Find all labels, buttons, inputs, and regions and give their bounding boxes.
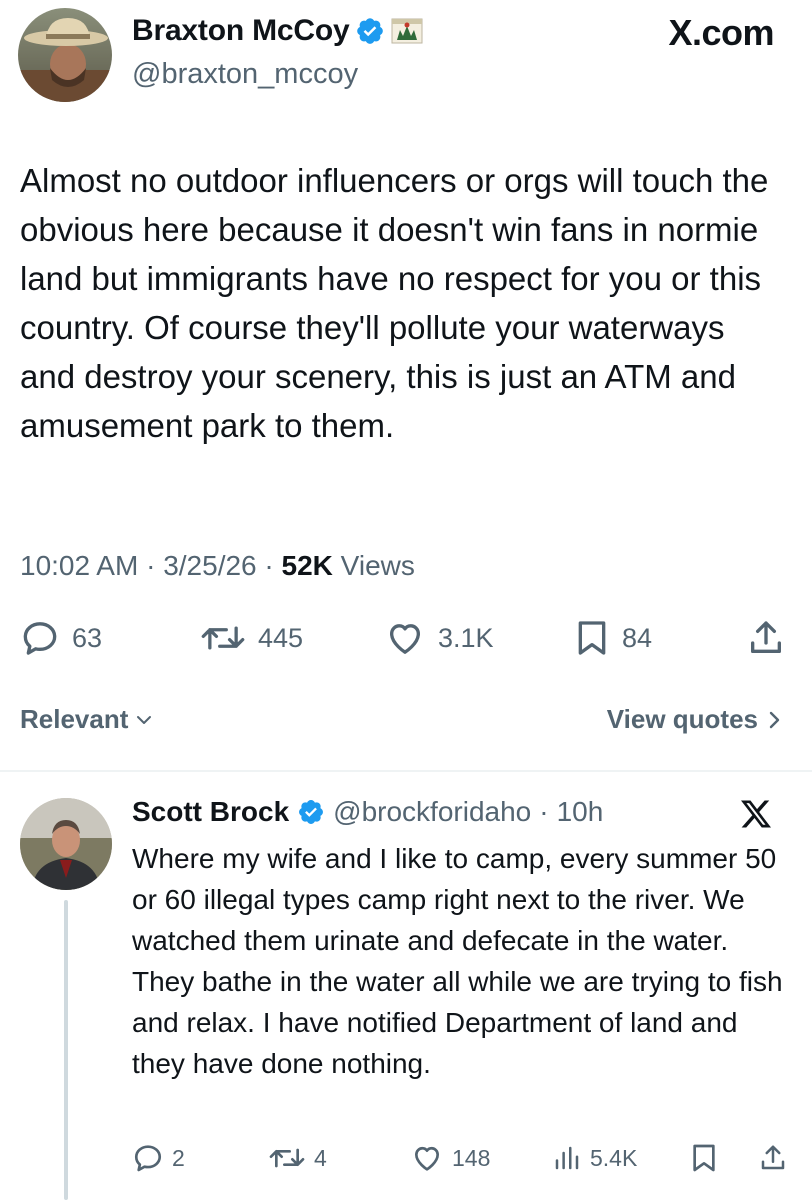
reply-repost-button[interactable]: 4 bbox=[268, 1142, 327, 1174]
chevron-right-icon bbox=[769, 711, 780, 728]
heart-icon bbox=[390, 624, 420, 654]
post-detail-screen: Braxton McCoy @braxton_mccoy X.com Almos… bbox=[0, 0, 812, 1200]
reply-author-avatar[interactable] bbox=[20, 798, 112, 890]
reply-time[interactable]: 10h bbox=[557, 796, 604, 828]
repost-count: 445 bbox=[258, 622, 304, 653]
verified-badge-icon bbox=[299, 800, 324, 824]
meta-separator: · bbox=[146, 550, 156, 581]
flag-icon bbox=[391, 16, 423, 46]
meta-separator: · bbox=[539, 796, 549, 827]
share-button[interactable] bbox=[746, 618, 786, 658]
speech-bubble-icon bbox=[134, 1145, 162, 1172]
bookmark-count: 84 bbox=[622, 622, 653, 653]
repost-arrows-icon bbox=[269, 1148, 305, 1168]
repost-button[interactable]: 445 bbox=[200, 618, 303, 658]
replies-sort-bar: Relevant View quotes bbox=[20, 704, 784, 744]
post-date[interactable]: 3/25/26 bbox=[163, 550, 256, 581]
reply-bookmark-button[interactable] bbox=[690, 1142, 718, 1174]
author-avatar[interactable] bbox=[18, 8, 112, 102]
reply-header: Scott Brock @brockforidaho · 10h bbox=[132, 796, 603, 828]
views-count: 52K bbox=[281, 550, 333, 581]
author-handle[interactable]: @braxton_mccoy bbox=[132, 58, 358, 91]
reply-text: Where my wife and I like to camp, every … bbox=[132, 843, 783, 1079]
share-upload-icon bbox=[751, 621, 781, 653]
sort-dropdown[interactable]: Relevant bbox=[20, 704, 154, 735]
reply-reply-button[interactable]: 2 bbox=[132, 1142, 185, 1174]
views-label: Views bbox=[340, 550, 415, 581]
share-upload-icon bbox=[761, 1145, 785, 1170]
view-quotes-label: View quotes bbox=[606, 704, 758, 734]
author-name[interactable]: Braxton McCoy bbox=[132, 14, 350, 48]
reply-repost-count: 4 bbox=[314, 1144, 327, 1171]
meta-separator: · bbox=[264, 550, 274, 581]
chevron-down-icon bbox=[137, 715, 152, 724]
bookmark-button[interactable]: 84 bbox=[574, 618, 652, 658]
heart-icon bbox=[415, 1146, 439, 1171]
author-name-row[interactable]: Braxton McCoy bbox=[132, 14, 423, 48]
like-button[interactable]: 3.1K bbox=[384, 618, 494, 658]
bookmark-icon bbox=[693, 1144, 715, 1172]
post-time[interactable]: 10:02 AM bbox=[20, 550, 138, 581]
reply-reply-count: 2 bbox=[172, 1144, 185, 1171]
post-meta: 10:02 AM · 3/25/26 · 52K Views bbox=[20, 550, 415, 582]
x-logo-icon bbox=[741, 800, 771, 828]
verified-badge-icon bbox=[355, 16, 385, 46]
reply-author-handle[interactable]: @brockforidaho bbox=[333, 796, 531, 828]
bookmark-icon bbox=[578, 621, 606, 655]
reply-author-name[interactable]: Scott Brock bbox=[132, 796, 289, 828]
divider bbox=[0, 770, 812, 772]
speech-bubble-icon bbox=[23, 622, 57, 655]
post-text: Almost no outdoor influencers or orgs wi… bbox=[20, 162, 769, 444]
view-quotes-link[interactable]: View quotes bbox=[607, 704, 784, 735]
bar-chart-icon bbox=[555, 1146, 579, 1170]
reply-like-button[interactable]: 148 bbox=[410, 1142, 490, 1174]
reply-views-button[interactable]: 5.4K bbox=[552, 1142, 637, 1174]
reply-views-count: 5.4K bbox=[590, 1144, 638, 1171]
source-watermark: X.com bbox=[668, 12, 774, 53]
repost-arrows-icon bbox=[201, 626, 245, 650]
reply-button[interactable]: 63 bbox=[20, 618, 102, 658]
like-count: 3.1K bbox=[438, 622, 494, 653]
reply-count: 63 bbox=[72, 622, 103, 653]
reply-like-count: 148 bbox=[452, 1144, 491, 1171]
thread-line bbox=[64, 900, 68, 1200]
reply-share-button[interactable] bbox=[758, 1142, 788, 1174]
sort-label: Relevant bbox=[20, 704, 129, 734]
